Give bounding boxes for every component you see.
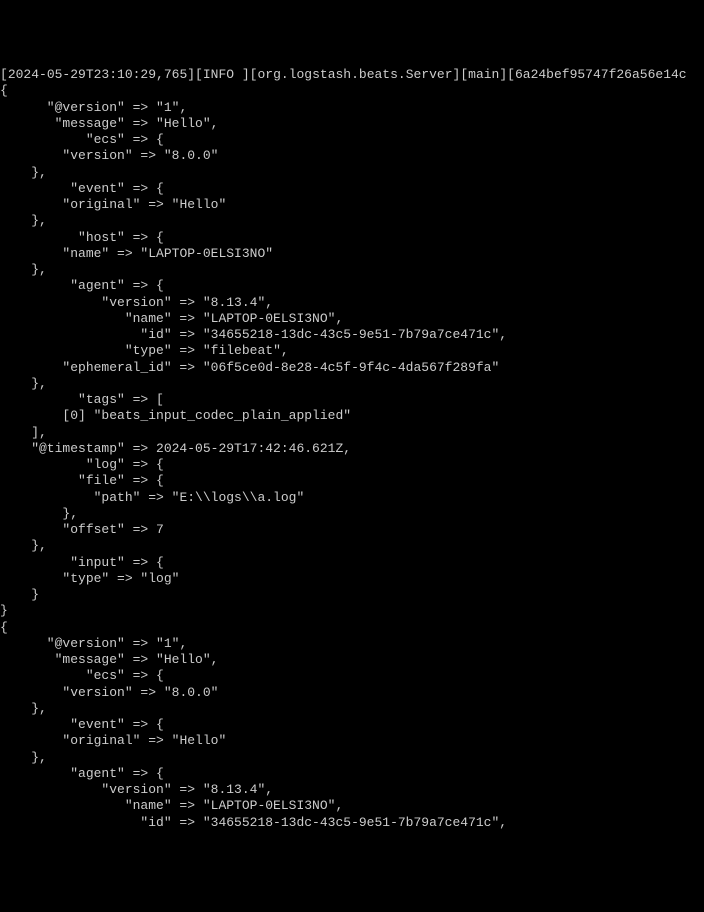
agent-version-value: 8.13.4 xyxy=(211,295,258,310)
message-value: Hello xyxy=(164,116,203,131)
log-file-path-value: E:\\logs\\a.log xyxy=(179,490,296,505)
ecs-version-value: 8.0.0 xyxy=(172,148,211,163)
log-offset-value: 7 xyxy=(156,522,164,537)
host-name-value: LAPTOP-0ELSI3NO xyxy=(148,246,265,261)
agent-id-value-2: 34655218-13dc-43c5-9e51-7b79a7ce471c xyxy=(211,815,492,830)
agent-name-value-2: LAPTOP-0ELSI3NO xyxy=(211,798,328,813)
version-value-2: 1 xyxy=(164,636,172,651)
tag-value: beats_input_codec_plain_applied xyxy=(101,408,343,423)
timestamp-value: 2024-05-29T17:42:46.621Z xyxy=(156,441,343,456)
agent-id-value: 34655218-13dc-43c5-9e51-7b79a7ce471c xyxy=(211,327,492,342)
message-value-2: Hello xyxy=(164,652,203,667)
event-original-value: Hello xyxy=(179,197,218,212)
ecs-version-value-2: 8.0.0 xyxy=(172,685,211,700)
terminal-output: [2024-05-29T23:10:29,765][INFO ][org.log… xyxy=(0,67,704,831)
agent-type-value: filebeat xyxy=(211,343,273,358)
agent-version-value-2: 8.13.4 xyxy=(211,782,258,797)
version-value: 1 xyxy=(164,100,172,115)
event-original-value-2: Hello xyxy=(179,733,218,748)
agent-ephemeral-id-value: 06f5ce0d-8e28-4c5f-9f4c-4da567f289fa xyxy=(211,360,492,375)
agent-name-value: LAPTOP-0ELSI3NO xyxy=(211,311,328,326)
input-type-value: log xyxy=(148,571,171,586)
log-header-line: [2024-05-29T23:10:29,765][INFO ][org.log… xyxy=(0,67,687,82)
